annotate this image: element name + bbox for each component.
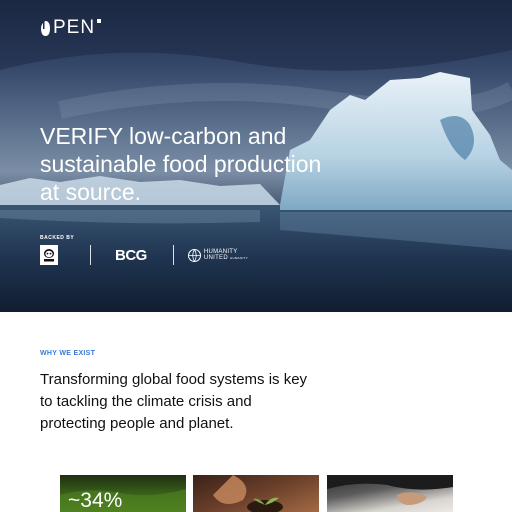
humanity-united-sub: HUMANITY (229, 256, 249, 260)
feature-card-hands[interactable] (327, 475, 453, 512)
feature-card-seedling[interactable] (193, 475, 319, 512)
globe-icon (187, 248, 201, 262)
logo-text: PEN (53, 17, 96, 38)
backed-by-label: BACKED BY (40, 235, 75, 241)
wwf-logo[interactable] (40, 245, 58, 265)
humanity-united-line2-text: UNITED (203, 255, 228, 261)
hands-laptop-image (327, 475, 453, 505)
partner-divider (172, 245, 174, 265)
seedling-hands-image (213, 475, 283, 512)
card-stat: ~34% (68, 489, 123, 512)
brand-logo[interactable]: PEN (40, 17, 102, 38)
partner-logos: BCG HUMANITY UNITED HUMANITY (40, 244, 248, 266)
bcg-logo[interactable]: BCG (115, 247, 147, 264)
humanity-united-logo[interactable]: HUMANITY UNITED HUMANITY (187, 248, 248, 262)
hero-title: VERIFY low-carbon and sustainable food p… (40, 123, 322, 205)
feature-card-grass[interactable]: ~34% (60, 475, 186, 512)
section-body: Transforming global food systems is key … (40, 371, 308, 432)
hero-section: PEN VERIFY low-carbon and sustainable fo… (0, 0, 512, 312)
partner-divider (90, 245, 91, 265)
panda-icon (44, 249, 54, 262)
logo-corner-icon (97, 19, 102, 23)
humanity-united-line2: UNITED HUMANITY (204, 255, 248, 261)
section-label: WHY WE EXIST (40, 350, 96, 357)
logo-mark-icon (41, 20, 50, 36)
